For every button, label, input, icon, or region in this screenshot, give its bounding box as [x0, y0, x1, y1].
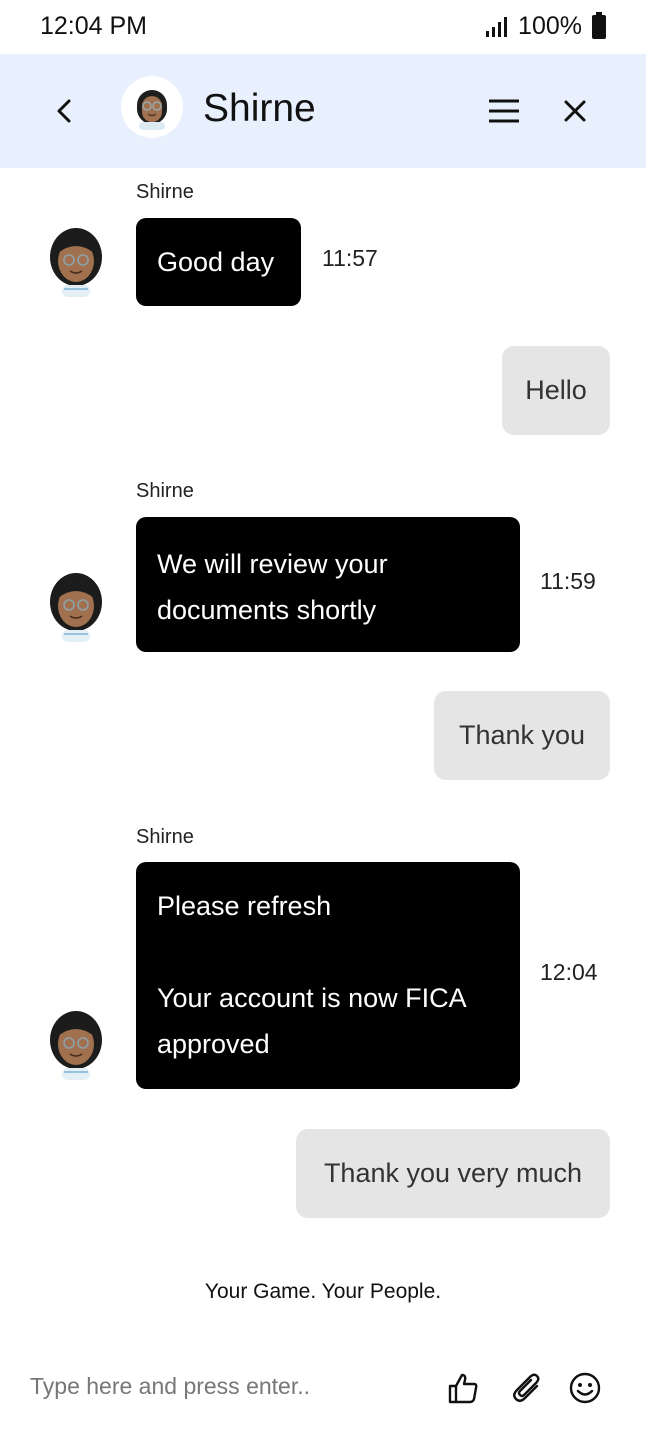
message-text: Thank you very much: [323, 1158, 583, 1188]
message-input[interactable]: [30, 1366, 430, 1406]
message-time: 11:59: [540, 568, 596, 594]
message-text-line: approved: [157, 1029, 270, 1059]
sender-name: Shirne: [136, 826, 194, 848]
message-text: Good day: [157, 246, 275, 277]
outgoing-message-bubble: Thank you very much: [296, 1129, 610, 1218]
hamburger-menu-icon: [489, 99, 519, 123]
close-button[interactable]: [555, 91, 595, 131]
outgoing-message-bubble: Hello: [502, 346, 610, 435]
message-text-line: [157, 929, 499, 975]
incoming-message-bubble: We will review your documents shortly: [136, 517, 520, 652]
battery-percentage: 100%: [518, 12, 582, 40]
incoming-message-bubble: Good day: [136, 218, 301, 306]
outgoing-message-bubble: Thank you: [434, 691, 610, 780]
message-time: 11:57: [322, 245, 378, 271]
message-text-line: Your account is now FICA: [157, 983, 467, 1013]
attach-button[interactable]: [509, 1370, 545, 1406]
message-text: Thank you: [458, 720, 586, 750]
chat-title: Shirne: [203, 87, 316, 130]
chevron-left-icon: [57, 99, 71, 123]
thumbs-up-icon: [448, 1373, 478, 1404]
agent-avatar-illustration: [137, 90, 167, 130]
message-text: Hello: [525, 375, 587, 405]
back-button[interactable]: [44, 91, 84, 131]
close-icon: [564, 100, 586, 122]
tagline: Your Game. Your People.: [204, 1280, 442, 1303]
sender-name: Shirne: [136, 480, 194, 502]
message-time: 12:04: [540, 959, 598, 985]
battery-icon: [592, 11, 606, 39]
emoji-button[interactable]: [567, 1370, 603, 1406]
menu-button[interactable]: [484, 91, 524, 131]
message-text-line: documents shortly: [157, 595, 377, 625]
agent-avatar-icon: [50, 228, 102, 297]
agent-avatar: [121, 76, 183, 138]
signal-icon: [486, 16, 510, 37]
status-time: 12:04 PM: [40, 12, 148, 40]
like-button[interactable]: [445, 1370, 481, 1406]
agent-avatar-icon: [50, 573, 102, 642]
message-text-line: Please refresh: [157, 891, 332, 921]
chat-header: Shirne: [0, 54, 646, 168]
status-indicators: 100%: [486, 11, 606, 41]
incoming-message-bubble: Please refresh Your account is now FICA …: [136, 862, 520, 1089]
paperclip-icon: [513, 1373, 540, 1402]
message-text-line: We will review your: [157, 549, 388, 579]
agent-avatar-icon: [50, 1011, 102, 1080]
smiley-icon: [569, 1372, 601, 1404]
sender-name: Shirne: [136, 181, 194, 203]
message-composer: [0, 1350, 646, 1438]
status-bar: 12:04 PM 100%: [0, 0, 646, 54]
